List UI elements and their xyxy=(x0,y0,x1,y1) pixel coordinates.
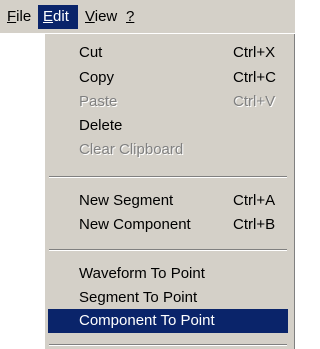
menu-item-copy-label: Copy xyxy=(79,69,115,86)
menu-item-new-component[interactable]: New Component Ctrl+B xyxy=(48,213,288,237)
menu-file-mnemonic: F xyxy=(7,8,17,25)
menu-item-component-to-point[interactable]: Component To Point xyxy=(48,309,288,333)
menu-item-component-to-point-label: Component To Point xyxy=(79,312,215,329)
menu-separator xyxy=(49,344,287,346)
menu-item-new-segment-label: New Segment xyxy=(79,192,174,209)
menu-item-cut-label: Cut xyxy=(79,44,103,61)
menu-edit-mnemonic: E xyxy=(43,8,54,25)
menu-item-paste-shortcut: Ctrl+V xyxy=(233,93,276,110)
menu-item-cut[interactable]: Cut Ctrl+X xyxy=(48,41,288,65)
menu-item-delete-label: Delete xyxy=(79,117,123,134)
menu-view-label: iew xyxy=(94,8,118,25)
menu-item-new-component-shortcut: Ctrl+B xyxy=(233,216,276,233)
menu-separator xyxy=(49,249,287,251)
menu-help[interactable]: ? xyxy=(121,5,139,29)
menu-bar: File Edit View ? xyxy=(0,0,295,33)
menu-item-copy-shortcut: Ctrl+C xyxy=(233,69,276,86)
menu-item-copy[interactable]: Copy Ctrl+C xyxy=(48,66,288,90)
menu-item-paste[interactable]: Paste Ctrl+V xyxy=(48,90,288,114)
menu-item-clear-clipboard-label: Clear Clipboard xyxy=(79,141,184,158)
edit-dropdown-menu: Cut Ctrl+X Copy Ctrl+C Paste Ctrl+V Dele… xyxy=(44,33,295,349)
menu-separator xyxy=(49,176,287,178)
menu-item-paste-label: Paste xyxy=(79,93,118,110)
menu-item-new-component-label: New Component xyxy=(79,216,191,233)
menu-item-waveform-to-point[interactable]: Waveform To Point xyxy=(48,262,288,286)
menu-file-label: ile xyxy=(16,8,32,25)
menu-item-delete[interactable]: Delete xyxy=(48,114,288,138)
menu-item-segment-to-point-label: Segment To Point xyxy=(79,289,198,306)
menu-item-cut-shortcut: Ctrl+X xyxy=(233,44,276,61)
menu-item-new-segment[interactable]: New Segment Ctrl+A xyxy=(48,189,288,213)
menu-edit[interactable]: Edit xyxy=(38,5,78,29)
menu-help-mnemonic: ? xyxy=(126,8,135,25)
menu-item-waveform-to-point-label: Waveform To Point xyxy=(79,265,205,282)
menu-item-clear-clipboard[interactable]: Clear Clipboard xyxy=(48,138,288,162)
menu-file[interactable]: File xyxy=(2,5,36,29)
menu-view-mnemonic: V xyxy=(85,8,95,25)
menu-item-segment-to-point[interactable]: Segment To Point xyxy=(48,286,288,310)
menu-view[interactable]: View xyxy=(80,5,122,29)
menu-item-new-segment-shortcut: Ctrl+A xyxy=(233,192,276,209)
menu-edit-label: dit xyxy=(53,8,69,25)
